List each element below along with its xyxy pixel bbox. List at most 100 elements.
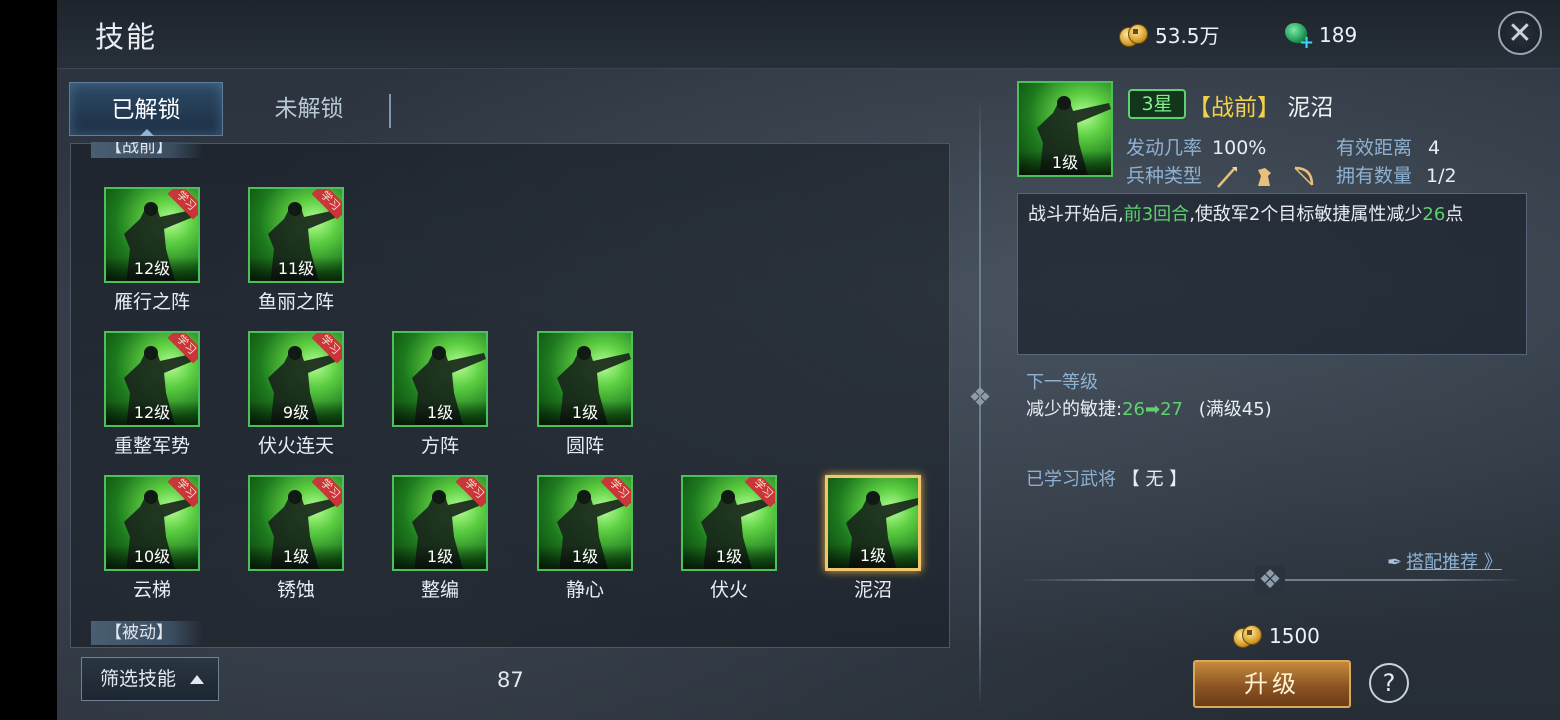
next-to: 27 — [1160, 399, 1183, 420]
cost-value: 1500 — [1269, 624, 1320, 648]
skill-level: 1级 — [250, 545, 342, 569]
jade-counter[interactable]: + 189 — [1283, 20, 1358, 52]
skill-level: 1级 — [828, 544, 918, 568]
next-level-stat: 减少的敏捷:26➡27 (满级45) — [1026, 395, 1272, 421]
desc-text: 点 — [1445, 204, 1464, 225]
tab-unlocked[interactable]: 已解锁 — [69, 82, 223, 136]
desc-text: 战斗开始后, — [1028, 204, 1124, 225]
trigger-rate: 发动几率 100% — [1126, 133, 1266, 160]
skill-card[interactable]: 学习 11级 鱼丽之阵 — [248, 187, 348, 327]
desc-text: ,使敌军2个目标敏捷属性减少 — [1189, 204, 1423, 225]
effective-range: 有效距离 4 — [1336, 133, 1440, 160]
skills-screen: 技能 53.5万 + 189 ✕ 已解锁 未解锁 【战前】 学习 12级 雁行之… — [57, 0, 1560, 720]
next-level-title: 下一等级 — [1026, 372, 1098, 393]
owned-value: 1/2 — [1426, 165, 1457, 187]
detail-skill-level: 1级 — [1019, 151, 1111, 175]
desc-highlight: 前3回合 — [1123, 204, 1190, 225]
feather-icon: ✒ — [1387, 552, 1403, 573]
skill-list-panel[interactable]: 【战前】 学习 12级 雁行之阵 学习 11级 鱼丽之阵 学习 12级 重整军势… — [70, 142, 950, 648]
skill-icon: 1级 — [392, 331, 488, 427]
recommend-label: 搭配推荐 》 — [1406, 552, 1502, 573]
next-label: 减少的敏捷: — [1026, 399, 1123, 420]
skill-name: 锈蚀 — [276, 579, 315, 601]
skill-name: 云梯 — [132, 579, 171, 601]
skill-card[interactable]: 学习 1级 静心 — [537, 475, 637, 615]
skill-level: 1级 — [683, 545, 775, 569]
skill-name: 伏火 — [709, 579, 748, 601]
upgrade-cost: 1500 — [1233, 624, 1320, 648]
jade-add-icon[interactable]: + — [1283, 20, 1314, 52]
question-icon: ? — [1382, 669, 1396, 697]
skill-level: 10级 — [106, 545, 198, 569]
skill-icon: 学习 1级 — [248, 475, 344, 571]
spear-icon — [1217, 166, 1238, 188]
knot-ornament-icon: ❖ — [968, 383, 992, 413]
tab-locked[interactable]: 未解锁 — [239, 82, 379, 136]
skill-icon: 学习 9级 — [248, 331, 344, 427]
skill-count: 87 — [497, 668, 524, 692]
skill-card[interactable]: 学习 12级 雁行之阵 — [104, 187, 204, 327]
skill-level: 9级 — [250, 401, 342, 425]
skill-card[interactable]: 1级 圆阵 — [537, 331, 637, 471]
skill-icon: 学习 10级 — [104, 475, 200, 571]
type-bracket-open: 【 — [1188, 95, 1211, 121]
skill-card[interactable]: 学习 1级 整编 — [392, 475, 492, 615]
skill-icon: 学习 12级 — [104, 187, 200, 283]
skill-icon: 学习 12级 — [104, 331, 200, 427]
learned-generals: 已学习武将 【 无 】 — [1026, 465, 1187, 491]
skill-level: 12级 — [106, 257, 198, 281]
skill-level: 1级 — [539, 401, 631, 425]
close-icon: ✕ — [1507, 16, 1533, 51]
trigger-rate-label: 发动几率 — [1126, 137, 1203, 159]
jade-amount: 189 — [1319, 23, 1358, 47]
skill-card[interactable]: 学习 1级 伏火 — [681, 475, 781, 615]
tab-bar: 已解锁 未解锁 — [69, 80, 399, 138]
cavalry-icon — [1258, 167, 1272, 186]
desc-highlight: 26 — [1422, 204, 1446, 225]
skill-card[interactable]: 1级 方阵 — [392, 331, 492, 471]
type-bracket-close: 】 — [1257, 95, 1280, 121]
arrow-right-icon: ➡ — [1144, 399, 1161, 420]
upgrade-button[interactable]: 升级 — [1193, 660, 1351, 708]
range-value: 4 — [1428, 137, 1441, 159]
coin-icon — [1233, 624, 1262, 648]
skill-name: 重整军势 — [113, 435, 190, 457]
skill-icon: 1级 — [825, 475, 921, 571]
page-title: 技能 — [95, 20, 158, 54]
skill-type: 战前 — [1211, 95, 1257, 121]
section-banner-passive: 【被动】 — [91, 621, 203, 645]
filter-skills-button[interactable]: 筛选技能 — [81, 657, 219, 701]
skill-name: 伏火连天 — [257, 435, 334, 457]
skill-level: 12级 — [106, 401, 198, 425]
close-button[interactable]: ✕ — [1498, 11, 1542, 55]
skill-card[interactable]: 学习 9级 伏火连天 — [248, 331, 348, 471]
top-bar: 技能 53.5万 + 189 ✕ — [57, 0, 1560, 69]
skill-level: 1级 — [394, 545, 486, 569]
skill-name: 泥沼 — [1287, 95, 1334, 121]
detail-skill-title: 【战前】 泥沼 — [1188, 88, 1333, 122]
skill-icon: 1级 — [537, 331, 633, 427]
skill-icon: 学习 11级 — [248, 187, 344, 283]
knot-ornament-icon: ❖ — [1255, 565, 1285, 595]
skill-card[interactable]: 学习 10级 云梯 — [104, 475, 204, 615]
triangle-up-icon — [190, 675, 204, 684]
skill-level: 11级 — [250, 257, 342, 281]
skill-card[interactable]: 学习 1级 锈蚀 — [248, 475, 348, 615]
coin-icon — [1119, 23, 1148, 47]
detail-skill-icon: 1级 — [1017, 81, 1113, 177]
skill-card[interactable]: 学习 12级 重整军势 — [104, 331, 204, 471]
recommend-link[interactable]: ✒ 搭配推荐 》 — [1387, 548, 1502, 574]
star-badge: 3星 — [1128, 89, 1186, 119]
skill-name: 圆阵 — [565, 435, 604, 457]
skill-description: 战斗开始后,前3回合,使敌军2个目标敏捷属性减少26点 — [1017, 193, 1527, 355]
skill-name: 泥沼 — [853, 579, 892, 601]
owned-label: 拥有数量 — [1336, 165, 1413, 187]
skill-card-selected[interactable]: 1级 泥沼 — [825, 475, 925, 615]
range-label: 有效距离 — [1336, 137, 1413, 159]
skill-name: 方阵 — [420, 435, 459, 457]
help-button[interactable]: ? — [1369, 663, 1409, 703]
skill-name: 整编 — [420, 579, 459, 601]
skill-level: 1级 — [539, 545, 631, 569]
trigger-rate-value: 100% — [1212, 137, 1267, 159]
learned-value: 【 无 】 — [1121, 469, 1188, 490]
